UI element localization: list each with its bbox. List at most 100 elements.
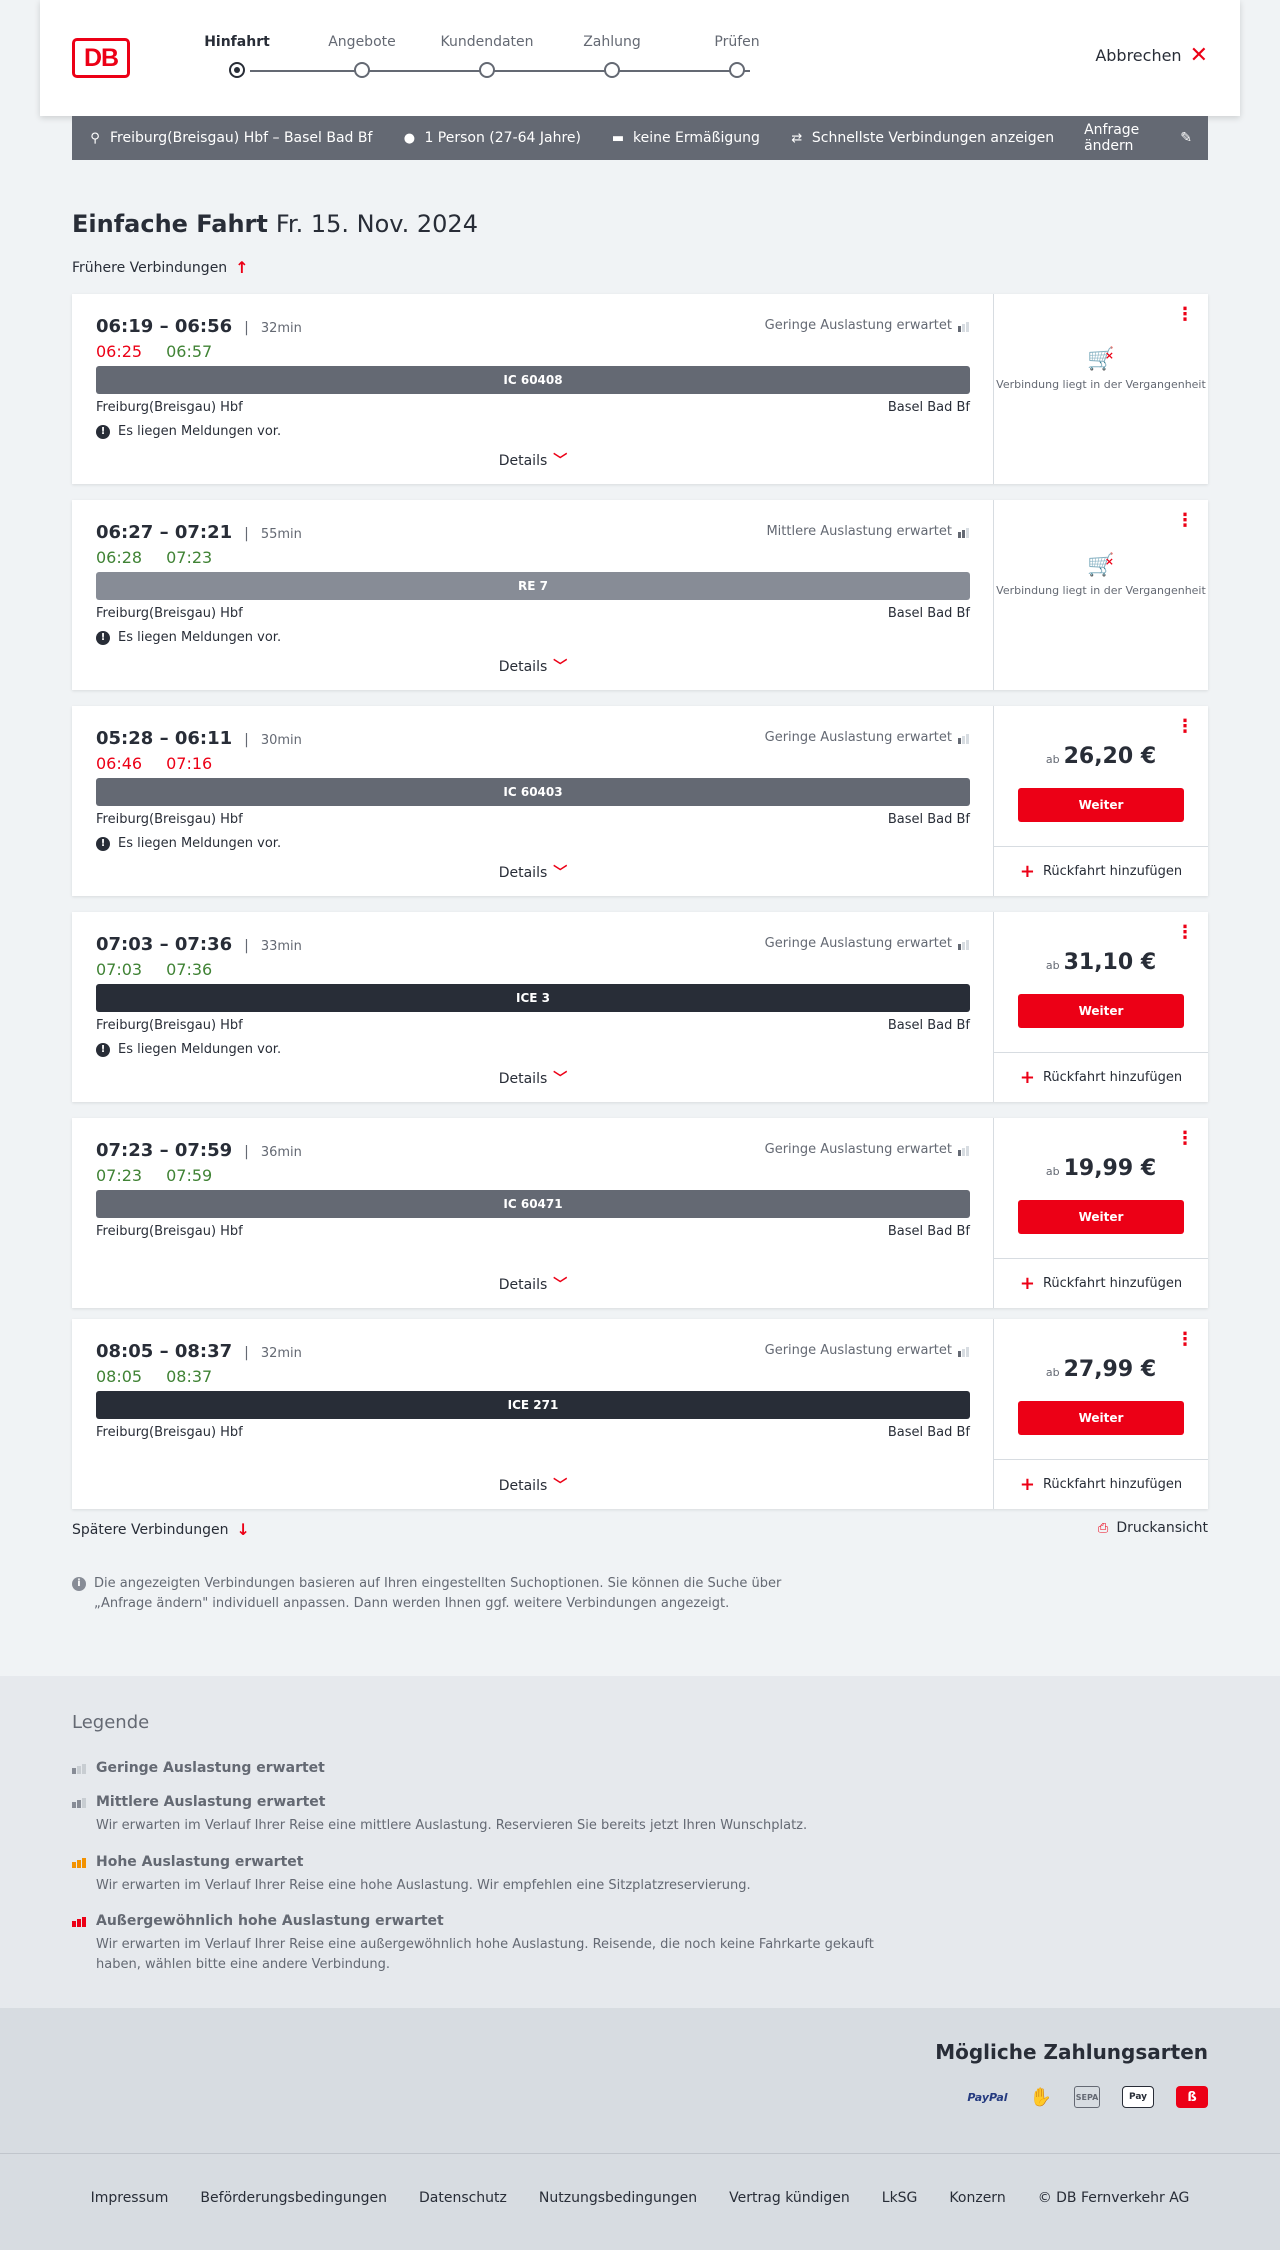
step-kundendaten: Kundendaten xyxy=(432,34,542,78)
footer-link[interactable]: Impressum xyxy=(91,2190,169,2206)
details-toggle[interactable]: Details ﹀ xyxy=(72,656,994,676)
realtime-departure: 06:28 xyxy=(96,548,143,567)
chevron-down-icon: ﹀ xyxy=(553,453,568,469)
occupancy-info: Geringe Auslastung erwartet xyxy=(765,1343,969,1358)
continue-button[interactable]: Weiter xyxy=(1018,1401,1184,1435)
train-bar[interactable]: IC 60403 xyxy=(96,778,970,806)
realtime-times: 07:03 07:36 xyxy=(96,960,212,979)
add-return-button[interactable]: + Rückfahrt hinzufügen xyxy=(994,1052,1208,1102)
db-logo[interactable]: DB xyxy=(72,38,130,78)
more-options-icon[interactable]: ⋮ xyxy=(1176,512,1194,530)
arrival-station: Basel Bad Bf xyxy=(887,812,970,827)
scheduled-times: 08:05 – 08:37 | 32min xyxy=(96,1341,302,1362)
footer-link[interactable]: Datenschutz xyxy=(419,2190,507,2206)
continue-button[interactable]: Weiter xyxy=(1018,1200,1184,1234)
cancel-button[interactable]: Abbrechen ✕ xyxy=(1095,44,1208,66)
header-area: DB Hinfahrt Angebote Kundendaten Zahlung… xyxy=(0,0,1280,160)
footer-link[interactable]: LkSG xyxy=(882,2190,918,2206)
realtime-arrival: 07:59 xyxy=(166,1166,213,1185)
train-bar[interactable]: IC 60471 xyxy=(96,1190,970,1218)
legend-item-title: Geringe Auslastung erwartet xyxy=(96,1760,325,1776)
more-options-icon[interactable]: ⋮ xyxy=(1176,1331,1194,1349)
continue-button[interactable]: Weiter xyxy=(1018,994,1184,1028)
payment-title: Mögliche Zahlungsarten xyxy=(935,2040,1208,2064)
separator: | xyxy=(244,320,249,336)
progress-stepper: Hinfahrt Angebote Kundendaten Zahlung Pr… xyxy=(182,34,782,84)
footer-link[interactable]: Konzern xyxy=(949,2190,1005,2206)
legend-item-description: Wir erwarten im Verlauf Ihrer Reise eine… xyxy=(96,1937,874,1972)
details-toggle[interactable]: Details ﹀ xyxy=(72,1475,994,1495)
more-options-icon[interactable]: ⋮ xyxy=(1176,924,1194,942)
footer: Impressum Beförderungsbedingungen Datensch… xyxy=(0,2154,1280,2250)
plus-icon: + xyxy=(1019,1474,1035,1495)
details-toggle[interactable]: Details ﹀ xyxy=(72,1274,994,1294)
realtime-times: 06:28 07:23 xyxy=(96,548,212,567)
legend-item: Geringe Auslastung erwartet xyxy=(72,1760,892,1776)
departure-station: Freiburg(Breisgau) Hbf xyxy=(96,1224,243,1239)
connection-card: 08:05 – 08:37 | 32min 08:05 08:37 Geringe A… xyxy=(72,1319,1208,1509)
info-icon: i xyxy=(72,1577,86,1591)
details-toggle[interactable]: Details ﹀ xyxy=(72,862,994,882)
credit-card-icon: ✋ xyxy=(1029,2086,1052,2108)
alert-icon: ! xyxy=(96,1042,110,1057)
details-toggle[interactable]: Details ﹀ xyxy=(72,1068,994,1088)
stations: Freiburg(Breisgau) Hbf Basel Bad Bf xyxy=(96,400,970,415)
train-bar[interactable]: RE 7 xyxy=(96,572,970,600)
add-return-button[interactable]: + Rückfahrt hinzufügen xyxy=(994,1258,1208,1308)
occupancy-icon xyxy=(958,526,969,538)
chevron-down-icon: ﹀ xyxy=(553,1071,568,1087)
arrival-station: Basel Bad Bf xyxy=(887,606,970,621)
offer-panel: ⋮ 🛒 Verbindung liegt in der Vergangenheit xyxy=(994,500,1208,690)
cancel-label: Abbrechen xyxy=(1095,46,1182,65)
plus-icon: + xyxy=(1019,861,1035,882)
earlier-connections-link[interactable]: Frühere Verbindungen ↑ xyxy=(72,258,249,277)
departure-station: Freiburg(Breisgau) Hbf xyxy=(96,812,243,827)
step-dot xyxy=(729,62,745,78)
duration: 32min xyxy=(260,321,302,336)
alert-icon: ! xyxy=(96,424,110,439)
footer-link[interactable]: Beförderungsbedingungen xyxy=(200,2190,387,2206)
legend-item-description: Wir erwarten im Verlauf Ihrer Reise eine… xyxy=(96,1878,751,1893)
price-value: 31,10 € xyxy=(1063,950,1157,975)
time-range: 06:27 – 07:21 xyxy=(96,522,233,543)
occupancy-info: Geringe Auslastung erwartet xyxy=(765,1142,969,1157)
add-return-label: Rückfahrt hinzufügen xyxy=(1042,1276,1183,1291)
time-range: 07:03 – 07:36 xyxy=(96,934,233,955)
step-angebote: Angebote xyxy=(307,34,417,78)
offer-panel: ⋮ ab 31,10 € Weiter + Rückfahrt hinzufügen xyxy=(994,912,1208,1102)
stations: Freiburg(Breisgau) Hbf Basel Bad Bf xyxy=(96,812,970,827)
connection-info: 06:27 – 07:21 | 55min 06:28 07:23 Mittlere … xyxy=(72,500,994,690)
price-value: 19,99 € xyxy=(1063,1156,1157,1181)
continue-button[interactable]: Weiter xyxy=(1018,788,1184,822)
duration: 55min xyxy=(260,527,302,542)
stations: Freiburg(Breisgau) Hbf Basel Bad Bf xyxy=(96,1425,970,1440)
train-bar[interactable]: ICE 3 xyxy=(96,984,970,1012)
print-view-link[interactable]: ⎙ Druckansicht xyxy=(1098,1520,1208,1536)
more-options-icon[interactable]: ⋮ xyxy=(1176,718,1194,736)
footer-link[interactable]: Nutzungsbedingungen xyxy=(539,2190,697,2206)
occupancy-icon xyxy=(72,1856,88,1868)
step-dot xyxy=(479,62,495,78)
more-options-icon[interactable]: ⋮ xyxy=(1176,306,1194,324)
train-bar[interactable]: IC 60408 xyxy=(96,366,970,394)
later-connections-link[interactable]: Spätere Verbindungen ↓ xyxy=(72,1520,250,1539)
more-options-icon[interactable]: ⋮ xyxy=(1176,1130,1194,1148)
arrival-station: Basel Bad Bf xyxy=(887,1425,970,1440)
realtime-departure: 08:05 xyxy=(96,1367,143,1386)
occupancy-info: Geringe Auslastung erwartet xyxy=(765,318,969,333)
legend-item: Mittlere Auslastung erwartet Wir erwarte… xyxy=(72,1794,892,1836)
add-return-button[interactable]: + Rückfahrt hinzufügen xyxy=(994,1459,1208,1509)
add-return-label: Rückfahrt hinzufügen xyxy=(1042,864,1183,879)
realtime-arrival: 07:36 xyxy=(166,960,213,979)
details-toggle[interactable]: Details ﹀ xyxy=(72,450,994,470)
train-bar[interactable]: ICE 271 xyxy=(96,1391,970,1419)
past-label: Verbindung liegt in der Vergangenheit xyxy=(996,584,1206,597)
add-return-label: Rückfahrt hinzufügen xyxy=(1042,1477,1183,1492)
footer-link[interactable]: Vertrag kündigen xyxy=(729,2190,850,2206)
add-return-label: Rückfahrt hinzufügen xyxy=(1042,1070,1183,1085)
offer-panel: ⋮ 🛒 Verbindung liegt in der Vergangenheit xyxy=(994,294,1208,484)
separator: | xyxy=(244,526,249,542)
add-return-button[interactable]: + Rückfahrt hinzufügen xyxy=(994,846,1208,896)
alert-icon: ! xyxy=(96,630,110,645)
time-range: 08:05 – 08:37 xyxy=(96,1341,233,1362)
